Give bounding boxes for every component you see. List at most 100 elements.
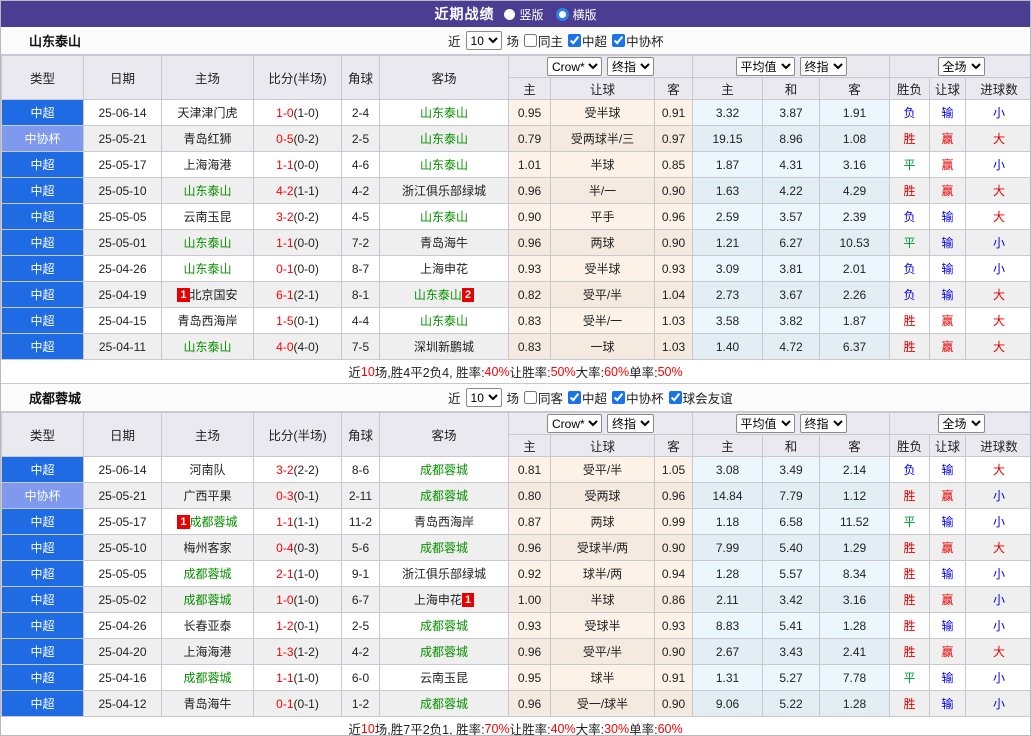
score-cell: 0-1(0-1) bbox=[253, 690, 342, 717]
euro-away-odds-cell: 1.29 bbox=[818, 534, 891, 561]
halftime-score: (1-1) bbox=[293, 514, 319, 529]
team-name: 山东泰山 bbox=[183, 262, 232, 276]
summary-segment: 大率: bbox=[575, 723, 605, 736]
fullmatch-select[interactable]: 全场 bbox=[937, 414, 985, 433]
checkbox-input[interactable] bbox=[612, 391, 626, 404]
checkbox-label: 中协杯 bbox=[626, 35, 664, 49]
euro-draw-odds-cell: 3.57 bbox=[762, 203, 820, 230]
checkbox-input[interactable] bbox=[568, 391, 582, 404]
away-team-cell: 浙江俱乐部绿城 bbox=[379, 560, 509, 587]
match-type-cell: 中超 bbox=[1, 456, 84, 483]
winlose-result-cell: 胜 bbox=[889, 690, 931, 717]
winlose-result-cell: 胜 bbox=[889, 638, 931, 665]
radio-horizontal-layout[interactable]: 横版 bbox=[555, 6, 597, 23]
col-header-corner: 角球 bbox=[341, 55, 380, 100]
euro-draw-odds-cell: 5.22 bbox=[762, 690, 820, 717]
filter-checkbox-中超[interactable]: 中超 bbox=[568, 31, 607, 50]
winlose-result-cell: 负 bbox=[889, 281, 931, 308]
recent-count-select[interactable]: 10 bbox=[465, 31, 502, 50]
team-name: 成都蓉城 bbox=[419, 645, 468, 659]
handicap-home-odds-cell: 0.96 bbox=[508, 534, 551, 561]
filter-checkbox-中协杯[interactable]: 中协杯 bbox=[612, 388, 664, 407]
match-row: 中超 25-05-10 梅州客家 0-4(0-3) 5-6 成都蓉城 0.96 受球半/两 0.… bbox=[1, 534, 1030, 561]
handicap-away-odds-cell: 0.91 bbox=[654, 99, 693, 126]
home-team-cell: 青岛红狮 bbox=[161, 125, 254, 152]
handicap-away-odds-cell: 0.99 bbox=[654, 508, 693, 535]
filter-checkbox-中超[interactable]: 中超 bbox=[568, 388, 607, 407]
winlose-result-cell: 负 bbox=[889, 456, 931, 483]
bookmaker-select[interactable]: Crow* bbox=[547, 57, 602, 76]
final-odds-select[interactable]: 终指 bbox=[607, 57, 654, 76]
winlose-result-cell: 平 bbox=[889, 508, 931, 535]
corner-cell: 8-7 bbox=[341, 255, 380, 282]
summary-segment: 10 bbox=[360, 364, 375, 379]
handicap-result-cell: 输 bbox=[929, 203, 967, 230]
away-team-cell: 成都蓉城 bbox=[379, 612, 509, 639]
subcol-winlose: 胜负 bbox=[889, 77, 931, 100]
home-team-cell: 天津津门虎 bbox=[161, 99, 254, 126]
recent-count-select[interactable]: 10 bbox=[465, 388, 502, 407]
checkbox-input[interactable] bbox=[524, 34, 538, 47]
euro-home-odds-cell: 8.83 bbox=[692, 612, 763, 639]
euro-away-odds-cell: 2.01 bbox=[818, 255, 891, 282]
handicap-away-odds-cell: 0.94 bbox=[654, 560, 693, 587]
handicap-home-odds-cell: 0.95 bbox=[508, 99, 551, 126]
checkbox-input[interactable] bbox=[568, 34, 582, 47]
radio-selected-icon[interactable] bbox=[555, 7, 569, 21]
goals-result-cell: 大 bbox=[965, 125, 1030, 152]
euro-home-odds-cell: 2.67 bbox=[692, 638, 763, 665]
halftime-score: (1-1) bbox=[293, 183, 319, 198]
checkbox-input[interactable] bbox=[524, 391, 538, 404]
away-team-cell: 成都蓉城 bbox=[379, 638, 509, 665]
team-name: 成都蓉城 bbox=[189, 515, 238, 529]
filter-checkbox-同主[interactable]: 同主 bbox=[524, 31, 563, 50]
match-type-cell: 中超 bbox=[1, 534, 84, 561]
handicap-home-odds-cell: 0.81 bbox=[508, 456, 551, 483]
team-name: 成都蓉城 bbox=[419, 541, 468, 555]
filter-checkbox-球会友谊[interactable]: 球会友谊 bbox=[668, 388, 733, 407]
summary-segment: 大率: bbox=[575, 366, 605, 380]
radio-unselected-icon[interactable] bbox=[504, 8, 516, 20]
team-name: 云南玉昆 bbox=[183, 210, 232, 224]
team-name: 长春亚泰 bbox=[183, 619, 232, 633]
euro-away-odds-cell: 3.16 bbox=[818, 586, 891, 613]
halftime-score: (0-2) bbox=[293, 209, 319, 224]
final-euro-odds-select[interactable]: 终指 bbox=[799, 414, 847, 433]
score-cell: 4-0(4-0) bbox=[253, 333, 342, 360]
fulltime-score: 1-1 bbox=[276, 235, 294, 250]
away-team-cell: 山东泰山 bbox=[379, 99, 509, 126]
team-name: 山东泰山 bbox=[419, 158, 468, 172]
checkbox-input[interactable] bbox=[612, 34, 626, 47]
final-euro-odds-select[interactable]: 终指 bbox=[799, 57, 847, 76]
home-team-cell: 河南队 bbox=[161, 456, 254, 483]
checkbox-input[interactable] bbox=[668, 391, 682, 404]
handicap-result-cell: 赢 bbox=[929, 125, 967, 152]
handicap-result-cell: 赢 bbox=[929, 151, 967, 178]
average-odds-select[interactable]: 平均值 bbox=[735, 57, 795, 76]
corner-cell: 2-4 bbox=[341, 99, 380, 126]
halftime-score: (0-0) bbox=[293, 261, 319, 276]
bookmaker-select[interactable]: Crow* bbox=[547, 414, 602, 433]
handicap-home-odds-cell: 0.90 bbox=[508, 203, 551, 230]
final-odds-select[interactable]: 终指 bbox=[607, 414, 654, 433]
match-row: 中超 25-04-19 1 北京国安 6-1(2-1) 8-1 山东泰山 2 0.82 受平/半 1… bbox=[1, 281, 1030, 308]
fullmatch-select[interactable]: 全场 bbox=[937, 57, 985, 76]
filter-checkbox-中协杯[interactable]: 中协杯 bbox=[612, 31, 664, 50]
score-cell: 1-3(1-2) bbox=[253, 638, 342, 665]
handicap-line-cell: 受平/半 bbox=[550, 638, 655, 665]
match-date-cell: 25-04-15 bbox=[83, 307, 162, 334]
euro-away-odds-cell: 3.16 bbox=[818, 151, 891, 178]
near-label: 近 bbox=[448, 392, 461, 406]
col-header-date: 日期 bbox=[83, 412, 162, 457]
match-row: 中超 25-06-14 河南队 3-2(2-2) 8-6 成都蓉城 0.81 受平/半 1.05… bbox=[1, 456, 1030, 483]
average-odds-select[interactable]: 平均值 bbox=[735, 414, 795, 433]
filter-checkbox-同客[interactable]: 同客 bbox=[524, 388, 563, 407]
results-tbody: 中超 25-06-14 河南队 3-2(2-2) 8-6 成都蓉城 0.81 受平/半 1.05… bbox=[1, 456, 1030, 717]
radio-vertical-layout[interactable]: 竖版 bbox=[504, 6, 544, 23]
handicap-line-cell: 受球半 bbox=[550, 612, 655, 639]
summary-segment: 场,胜4平2负4, 胜率: bbox=[374, 366, 485, 380]
euro-draw-odds-cell: 5.57 bbox=[762, 560, 820, 587]
corner-cell: 11-2 bbox=[341, 508, 380, 535]
away-team-cell: 青岛海牛 bbox=[379, 229, 509, 256]
recent-results-table: 类型 日期 主场 比分(半场) 角球 客场 Crow* 终指 平均值 终指 全场… bbox=[1, 55, 1030, 360]
